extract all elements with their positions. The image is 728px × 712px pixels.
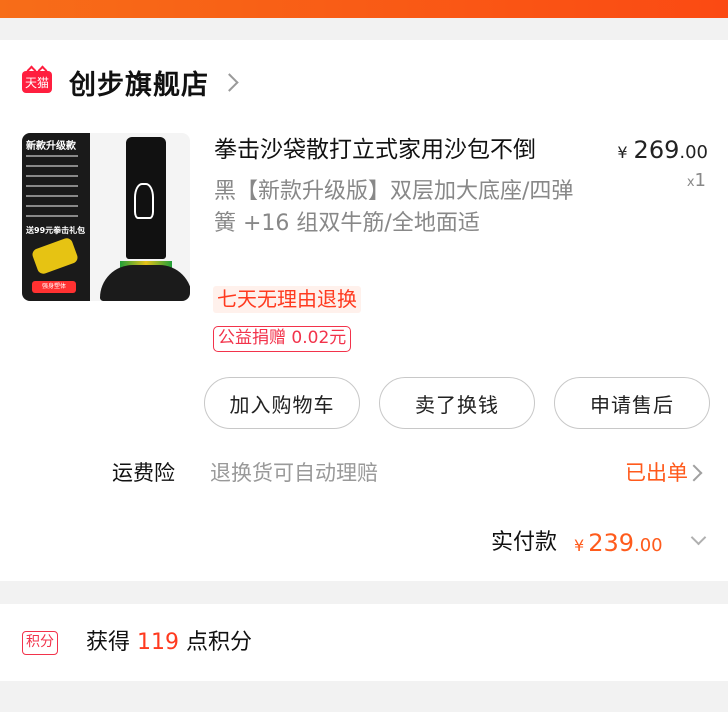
tmall-badge-icon: 天猫 (22, 71, 52, 93)
thumbnail-headline: 新款升级款 (26, 141, 76, 152)
resell-button[interactable]: 卖了换钱 (379, 377, 535, 429)
chevron-right-icon[interactable] (220, 72, 239, 92)
thumbnail-feature-line (26, 195, 78, 197)
product-thumbnail[interactable]: 新款升级款 送99元拳击礼包 强身塑体 (22, 133, 190, 301)
bag-base-image (100, 265, 190, 301)
return-policy-tag: 七天无理由退换 (213, 286, 361, 313)
shipping-insurance-desc: 退换货可自动理赔 (210, 461, 378, 485)
amount-paid-label: 实付款 (491, 530, 558, 555)
bag-figure-art (134, 183, 154, 219)
price-decimal: .00 (679, 142, 708, 163)
amount-integer: 239 (588, 529, 634, 557)
thumbnail-feature-line (26, 155, 78, 157)
amount-decimal: .00 (634, 535, 663, 556)
currency-symbol: ¥ (617, 143, 628, 162)
shop-row[interactable]: 天猫 创步旗舰店 (22, 62, 239, 102)
header-bar (0, 0, 728, 18)
product-title[interactable]: 拳击沙袋散打立式家用沙包不倒 (214, 133, 536, 167)
thumbnail-feature-line (26, 185, 78, 187)
shop-name[interactable]: 创步旗舰店 (69, 63, 209, 102)
add-to-cart-button[interactable]: 加入购物车 (204, 377, 360, 429)
item-price: ¥269.00 (617, 133, 708, 170)
thumbnail-feature-panel (22, 133, 90, 301)
product-spec: 黑【新款升级版】双层加大底座/四弹簧 +16 组双牛筋/全地面适 (214, 179, 574, 236)
points-badge: 积分 (22, 631, 58, 655)
quantity-x: x (686, 175, 695, 190)
points-value: 119 (137, 630, 179, 655)
points-prefix: 获得 (86, 630, 137, 655)
thumbnail-feature-line (26, 215, 78, 217)
thumbnail-tag: 强身塑体 (32, 281, 76, 293)
after-sales-button[interactable]: 申请售后 (554, 377, 710, 429)
quantity-value: 1 (694, 170, 706, 191)
thumbnail-feature-line (26, 165, 78, 167)
shipping-insurance-status[interactable]: 已出单 (625, 458, 688, 488)
points-suffix: 点积分 (179, 630, 252, 655)
price-integer: 269 (633, 136, 680, 164)
thumbnail-feature-line (26, 175, 78, 177)
shipping-insurance-label: 运费险 (112, 461, 175, 485)
points-text: 获得 119 点积分 (86, 626, 252, 660)
currency-symbol: ¥ (574, 536, 585, 555)
item-quantity: x1 (687, 170, 706, 191)
thumbnail-gift-text: 送99元拳击礼包 (26, 226, 86, 235)
amount-paid-value[interactable]: ¥239.00 (574, 526, 663, 563)
thumbnail-feature-line (26, 205, 78, 207)
order-card (0, 40, 728, 581)
charity-tag: 公益捐赠 0.02元 (213, 326, 352, 352)
